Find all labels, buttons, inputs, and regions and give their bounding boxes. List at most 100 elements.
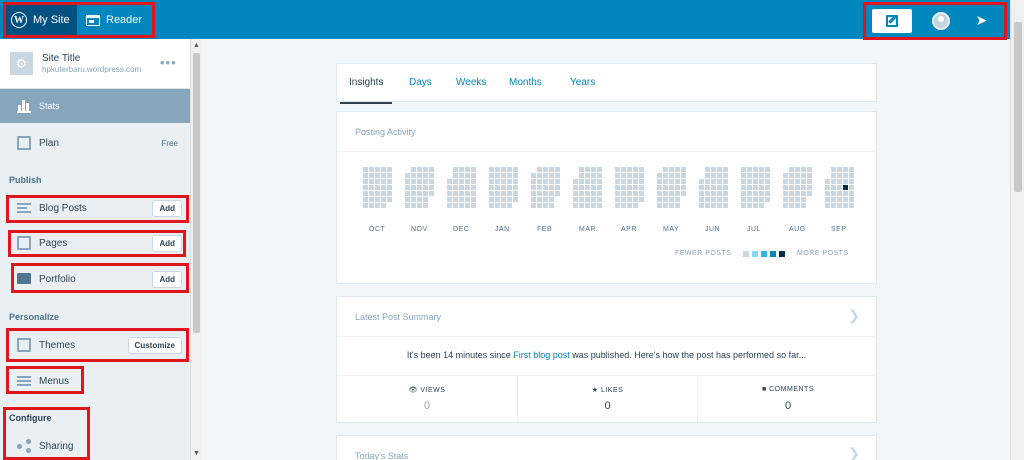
- heatmap-day-cell: [465, 191, 470, 196]
- heatmap-day-cell: [843, 185, 848, 190]
- heatmap-day-cell: [417, 179, 422, 184]
- todays-stats-card[interactable]: Today's Stats ❯: [336, 435, 877, 460]
- heatmap-day-cell: [705, 185, 710, 190]
- heatmap-day-cell: [543, 203, 548, 208]
- main-scroll-thumb[interactable]: [1014, 22, 1022, 192]
- tab-months[interactable]: Months: [509, 77, 542, 88]
- heatmap-day-cell: [759, 185, 764, 190]
- heatmap-day-cell: [825, 185, 830, 190]
- heatmap-day-cell: [627, 203, 632, 208]
- site-more-icon[interactable]: •••: [160, 55, 177, 70]
- heatmap-day-cell: [501, 191, 506, 196]
- main-scrollbar[interactable]: [1010, 0, 1024, 460]
- heatmap-day-cell: [495, 197, 500, 202]
- heatmap-day-cell: [405, 179, 410, 184]
- heatmap-day-cell: [831, 197, 836, 202]
- my-site-button[interactable]: W My Site: [3, 2, 77, 38]
- tab-weeks[interactable]: Weeks: [456, 77, 486, 88]
- heatmap-day-cell: [459, 179, 464, 184]
- chevron-right-icon[interactable]: ❯: [848, 307, 860, 324]
- sidebar-scrollbar[interactable]: ▲ ▼: [190, 39, 202, 460]
- sidebar-item-plan[interactable]: Plan Free: [0, 126, 190, 160]
- comments-stat: ■ COMMENTS 0: [697, 375, 878, 424]
- heatmap-day-cell: [663, 179, 668, 184]
- heatmap-day-cell: [801, 191, 806, 196]
- heatmap-day-cell: [375, 179, 380, 184]
- sidebar-item-stats[interactable]: Stats: [0, 89, 190, 123]
- site-card[interactable]: ⚙ Site Title hpkuterbaru.wordpress.com •…: [0, 39, 190, 89]
- heatmap-day-cell: [807, 185, 812, 190]
- heatmap-day-cell: [657, 197, 662, 202]
- heatmap-day-cell: [591, 197, 596, 202]
- heatmap-day-cell: [471, 173, 476, 178]
- heatmap-day-cell: [783, 203, 788, 208]
- heatmap-day-cell: [495, 185, 500, 190]
- heatmap-day-cell: [639, 191, 644, 196]
- chevron-right-icon[interactable]: ❯: [848, 445, 860, 460]
- tab-insights[interactable]: Insights: [339, 77, 394, 104]
- heatmap-day-cell: [369, 185, 374, 190]
- eye-icon: 👁: [408, 387, 418, 394]
- heatmap-day-cell: [579, 197, 584, 202]
- notifications-bell-icon[interactable]: ➤: [974, 13, 989, 28]
- heatmap-day-cell: [555, 167, 560, 172]
- scroll-down-arrow-icon[interactable]: ▼: [193, 450, 200, 457]
- heatmap-day-cell: [633, 191, 638, 196]
- post-link[interactable]: First blog post: [513, 350, 570, 360]
- heatmap-day-cell: [621, 167, 626, 172]
- heatmap-day-cell: [639, 185, 644, 190]
- heatmap-day-cell: [591, 179, 596, 184]
- scroll-up-arrow-icon[interactable]: ▲: [193, 42, 200, 49]
- heatmap-day-cell: [765, 185, 770, 190]
- heatmap-day-cell: [825, 203, 830, 208]
- heatmap-day-cell: [543, 197, 548, 202]
- heatmap-day-cell: [615, 173, 620, 178]
- heatmap-day-cell: [795, 167, 800, 172]
- sidebar-scroll-thumb[interactable]: [193, 53, 200, 333]
- tab-years[interactable]: Years: [570, 77, 595, 88]
- heatmap-day-cell: [723, 191, 728, 196]
- heatmap-day-cell: [615, 197, 620, 202]
- heatmap-day-cell: [801, 167, 806, 172]
- masterbar: W My Site Reader ➤: [0, 0, 1024, 40]
- heatmap-day-cell: [501, 179, 506, 184]
- heatmap-day-cell: [753, 191, 758, 196]
- heatmap-day-cell: [531, 191, 536, 196]
- heatmap-day-cell: [573, 197, 578, 202]
- heatmap-day-cell: [849, 173, 854, 178]
- tab-days[interactable]: Days: [409, 77, 432, 88]
- heatmap-day-cell: [669, 173, 674, 178]
- comments-value: 0: [784, 400, 792, 412]
- heatmap-day-cell: [597, 179, 602, 184]
- heatmap-day-cell: [555, 185, 560, 190]
- heatmap-day-cell: [495, 173, 500, 178]
- heatmap-day-cell: [555, 173, 560, 178]
- heatmap-day-cell: [633, 173, 638, 178]
- heatmap-day-cell: [363, 191, 368, 196]
- heatmap-day-cell: [723, 185, 728, 190]
- heatmap-day-cell: [753, 167, 758, 172]
- heatmap-day-cell: [669, 167, 674, 172]
- heatmap-day-cell: [447, 191, 452, 196]
- profile-avatar[interactable]: [932, 12, 950, 30]
- views-stat[interactable]: 👁 VIEWS 0: [337, 375, 517, 424]
- heatmap-day-cell: [843, 203, 848, 208]
- heatmap-day-cell: [801, 179, 806, 184]
- reader-button[interactable]: Reader: [77, 2, 155, 38]
- heatmap-day-cell: [837, 185, 842, 190]
- heatmap-day-cell: [765, 167, 770, 172]
- heatmap-day-cell: [537, 197, 542, 202]
- heatmap-day-cell: [807, 179, 812, 184]
- heatmap-day-cell: [843, 191, 848, 196]
- write-post-button[interactable]: [872, 9, 912, 33]
- heatmap-day-cell: [423, 197, 428, 202]
- heatmap-day-cell: [597, 191, 602, 196]
- heatmap-day-cell: [705, 173, 710, 178]
- sidebar: ⚙ Site Title hpkuterbaru.wordpress.com •…: [0, 39, 202, 460]
- heatmap-day-cell: [381, 173, 386, 178]
- heatmap-day-cell: [417, 197, 422, 202]
- heatmap-day-cell: [453, 179, 458, 184]
- heatmap-day-cell: [429, 179, 434, 184]
- heatmap-day-cell: [429, 185, 434, 190]
- summary-title: Latest Post Summary: [355, 312, 442, 322]
